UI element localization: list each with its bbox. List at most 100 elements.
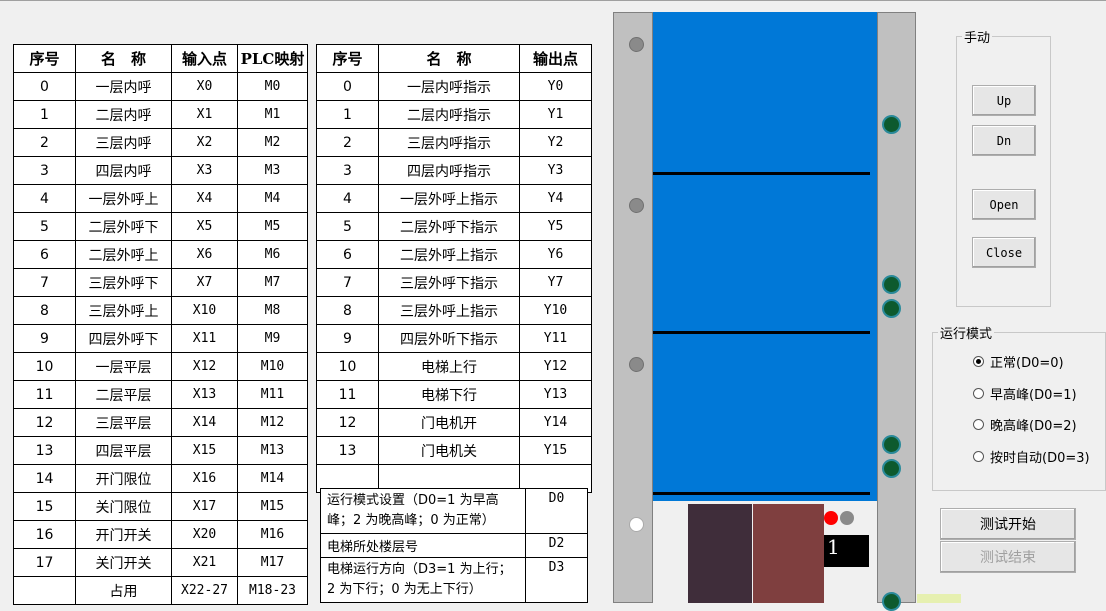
table-row: 0 一层内呼 X0 M0 <box>13 72 308 101</box>
table-cell: 四层内呼指示 <box>378 156 520 185</box>
output-table-header: 序号 名 称 输出点 <box>316 44 592 73</box>
mode-option-evening-peak[interactable]: 晚高峰(D0=2) <box>973 415 1077 434</box>
table-cell: Y12 <box>519 352 592 381</box>
table-row: 1 二层内呼指示 Y1 <box>316 100 592 129</box>
table-row: 0 一层内呼指示 Y0 <box>316 72 592 101</box>
table-cell: X7 <box>171 268 238 297</box>
table-cell: 电梯下行 <box>378 380 520 409</box>
output-io-table: 序号 名 称 输出点 0 一层内呼指示 Y0 1 二层内呼指示 Y1 2 三层内呼指示 Y2 3 四… <box>316 44 592 493</box>
floor-sensor-3-up <box>882 275 901 294</box>
table-cell: Y15 <box>519 436 592 465</box>
table-cell: 二层内呼 <box>75 100 172 129</box>
table-cell: 6 <box>13 240 76 269</box>
table-cell: X10 <box>171 296 238 325</box>
floor-sensor-1 <box>882 592 901 611</box>
table-cell: M11 <box>237 380 308 409</box>
table-cell: 1 <box>316 100 379 129</box>
test-start-button[interactable]: 测试开始 <box>940 508 1076 540</box>
car-door-left <box>688 504 752 603</box>
table-cell: 13 <box>316 436 379 465</box>
col-header: 输出点 <box>519 44 592 73</box>
table-row: 8 三层外呼上 X10 M8 <box>13 296 308 325</box>
table-cell: 三层内呼指示 <box>378 128 520 157</box>
table-cell: 9 <box>316 324 379 353</box>
table-cell: M6 <box>237 240 308 269</box>
table-cell: 0 <box>13 72 76 101</box>
left-rail <box>613 12 653 603</box>
radio-icon[interactable] <box>973 451 984 462</box>
table-cell: M9 <box>237 324 308 353</box>
register-table: 运行模式设置（D0=1 为早高峰；2 为晚高峰；0 为正常） D0 电梯所处楼层… <box>320 488 588 603</box>
table-cell: M13 <box>237 436 308 465</box>
table-cell: Y3 <box>519 156 592 185</box>
table-cell: 14 <box>13 464 76 493</box>
table-cell: 16 <box>13 520 76 549</box>
floor-divider <box>653 331 870 334</box>
table-cell: X17 <box>171 492 238 521</box>
table-row: 11 电梯下行 Y13 <box>316 380 592 409</box>
mode-option-morning-peak[interactable]: 早高峰(D0=1) <box>973 384 1077 403</box>
table-cell: 4 <box>316 184 379 213</box>
table-cell: M12 <box>237 408 308 437</box>
radio-icon[interactable] <box>973 419 984 430</box>
table-cell: Y10 <box>519 296 592 325</box>
table-cell: 门电机开 <box>378 408 520 437</box>
register-id: D2 <box>525 533 588 558</box>
open-door-button[interactable]: Open <box>972 189 1036 220</box>
mode-option-normal[interactable]: 正常(D0=0) <box>973 352 1064 371</box>
table-row: 3 四层内呼 X3 M3 <box>13 156 308 185</box>
table-cell: 一层外呼上指示 <box>378 184 520 213</box>
table-cell: M16 <box>237 520 308 549</box>
table-cell: 三层外呼下指示 <box>378 268 520 297</box>
mode-option-label: 按时自动(D0=3) <box>990 451 1090 466</box>
down-button[interactable]: Dn <box>972 125 1036 156</box>
call-light-3 <box>629 198 644 213</box>
table-row: 15 关门限位 X17 M15 <box>13 492 308 521</box>
call-light-1 <box>629 517 644 532</box>
manual-group-title: 手动 <box>962 27 993 46</box>
table-row: 10 一层平层 X12 M10 <box>13 352 308 381</box>
table-cell: M14 <box>237 464 308 493</box>
input-table-header: 序号 名 称 输入点 PLC映射 <box>13 44 308 73</box>
table-row: 7 三层外呼下指示 Y7 <box>316 268 592 297</box>
direction-indicator-icon <box>824 511 838 525</box>
up-button[interactable]: Up <box>972 85 1036 116</box>
table-row: 13 四层平层 X15 M13 <box>13 436 308 465</box>
register-row: 电梯运行方向（D3=1 为上行；2 为下行；0 为无上下行） D3 <box>320 557 588 603</box>
floor-sensor-2-down <box>882 459 901 478</box>
table-cell: 17 <box>13 548 76 577</box>
status-strip <box>917 594 961 603</box>
radio-selected-icon[interactable] <box>973 356 984 367</box>
run-mode-group-title: 运行模式 <box>938 323 995 342</box>
table-cell: X14 <box>171 408 238 437</box>
table-cell: 一层内呼指示 <box>378 72 520 101</box>
table-cell: M1 <box>237 100 308 129</box>
mode-option-label: 正常(D0=0) <box>990 356 1064 371</box>
col-header: PLC映射 <box>237 44 308 73</box>
table-row: 12 门电机开 Y14 <box>316 408 592 437</box>
table-cell: X3 <box>171 156 238 185</box>
radio-icon[interactable] <box>973 388 984 399</box>
table-cell: 四层平层 <box>75 436 172 465</box>
table-cell: X2 <box>171 128 238 157</box>
mode-option-timed-auto[interactable]: 按时自动(D0=3) <box>973 447 1090 466</box>
test-end-button[interactable]: 测试结束 <box>940 541 1076 573</box>
table-cell: Y14 <box>519 408 592 437</box>
table-row: 2 三层内呼指示 Y2 <box>316 128 592 157</box>
table-cell: 2 <box>316 128 379 157</box>
mode-option-label: 晚高峰(D0=2) <box>990 419 1077 434</box>
register-row: 运行模式设置（D0=1 为早高峰；2 为晚高峰；0 为正常） D0 <box>320 488 588 534</box>
table-cell: 7 <box>316 268 379 297</box>
table-cell: 二层外呼下指示 <box>378 212 520 241</box>
table-cell: M5 <box>237 212 308 241</box>
table-cell: 10 <box>316 352 379 381</box>
table-row: 7 三层外呼下 X7 M7 <box>13 268 308 297</box>
table-cell: 11 <box>316 380 379 409</box>
table-cell: 三层外呼上指示 <box>378 296 520 325</box>
table-cell: 开门限位 <box>75 464 172 493</box>
elevator-shaft <box>653 12 877 501</box>
table-cell: X1 <box>171 100 238 129</box>
close-door-button[interactable]: Close <box>972 237 1036 268</box>
table-cell: 关门限位 <box>75 492 172 521</box>
table-cell: Y4 <box>519 184 592 213</box>
